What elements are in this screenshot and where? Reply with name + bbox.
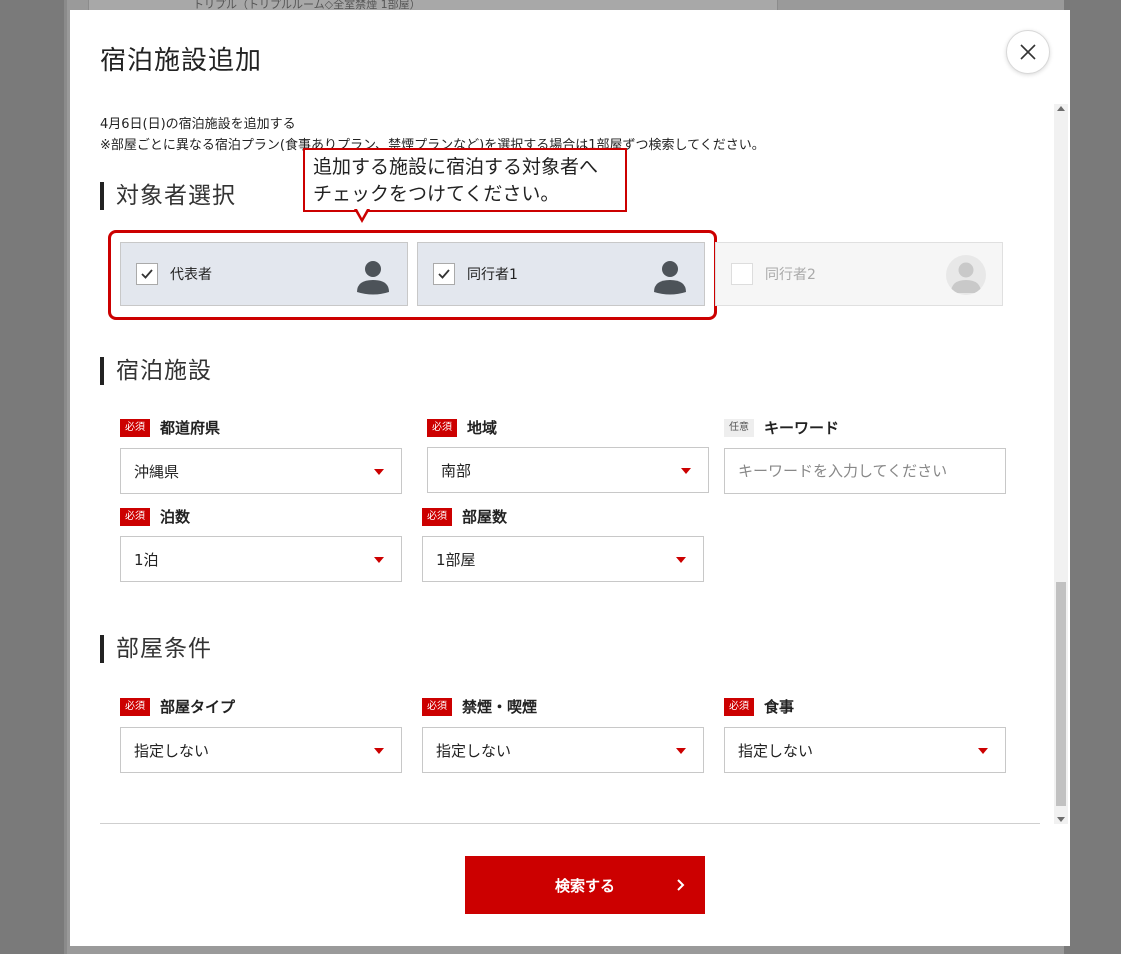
prefecture-value: 沖縄県 [134,462,180,481]
scrollbar-thumb[interactable] [1056,582,1066,806]
caret-down-icon [681,468,691,474]
prefecture-label: 必須 都道府県 [120,417,220,438]
rooms-label: 必須 部屋数 [422,506,507,527]
callout-line-2: チェックをつけてください。 [313,183,560,205]
keyword-input[interactable] [724,448,1006,494]
meal-label: 必須 食事 [724,696,794,717]
checkmark-icon [438,269,450,279]
callout-pointer-icon [354,209,370,223]
nights-value: 1泊 [134,550,159,569]
smoking-label-text: 禁煙・喫煙 [462,698,538,716]
person-card-representative[interactable]: 代表者 [120,242,408,306]
prefecture-select[interactable]: 沖縄県 [120,448,402,494]
required-badge: 必須 [120,507,150,526]
intro-date-line: 4月6日(日)の宿泊施設を追加する [100,117,296,132]
rooms-label-text: 部屋数 [462,508,508,526]
modal-scrollbar[interactable] [1054,104,1068,824]
target-section-heading: 対象者選択 [100,182,236,210]
add-lodging-modal: 宿泊施設追加 4月6日(日)の宿泊施設を追加する ※部屋ごとに異なる宿泊プラン(… [70,10,1070,946]
person-icon [357,261,389,295]
person-checkbox-representative[interactable] [136,263,158,285]
region-value: 南部 [441,461,472,480]
meal-select[interactable]: 指定しない [724,727,1006,773]
person-card-companion-1[interactable]: 同行者1 [417,242,705,306]
region-select[interactable]: 南部 [427,447,709,493]
caret-down-icon [374,557,384,563]
person-label: 同行者2 [765,267,816,283]
person-icon [654,261,686,295]
lodging-section-heading: 宿泊施設 [100,357,212,385]
prefecture-label-text: 都道府県 [160,419,221,437]
required-badge: 必須 [724,697,754,716]
search-button-label: 検索する [554,876,615,895]
smoking-value: 指定しない [436,741,512,760]
keyword-label: 任意 キーワード [724,417,839,438]
room-section-heading: 部屋条件 [100,635,212,663]
required-badge: 必須 [422,697,452,716]
room-type-label-text: 部屋タイプ [160,698,236,716]
chevron-right-icon [677,879,685,891]
region-label: 必須 地域 [427,417,497,438]
required-badge: 必須 [120,418,150,437]
modal-scroll-area: 4月6日(日)の宿泊施設を追加する ※部屋ごとに異なる宿泊プラン(食事ありプラン… [70,102,1070,824]
smoking-label: 必須 禁煙・喫煙 [422,696,537,717]
nights-select[interactable]: 1泊 [120,536,402,582]
search-button[interactable]: 検索する [465,856,705,914]
person-label: 同行者1 [467,267,518,283]
region-label-text: 地域 [467,419,498,437]
meal-label-text: 食事 [764,698,795,716]
scroll-up-icon[interactable] [1057,106,1065,111]
footer-divider [100,823,1040,824]
caret-down-icon [374,469,384,475]
caret-down-icon [676,557,686,563]
person-card-companion-2[interactable]: 同行者2 [715,242,1003,306]
room-type-value: 指定しない [134,741,210,760]
checkmark-icon [141,269,153,279]
caret-down-icon [374,748,384,754]
callout-line-1: 追加する施設に宿泊する対象者へ [313,156,599,178]
modal-title: 宿泊施設追加 [100,46,263,76]
person-label: 代表者 [170,267,212,283]
close-button[interactable] [1006,30,1050,74]
optional-badge: 任意 [724,418,754,437]
meal-value: 指定しない [738,741,814,760]
instruction-callout: 追加する施設に宿泊する対象者へ チェックをつけてください。 [303,148,627,212]
background-edge [64,0,67,954]
person-checkbox-companion-2[interactable] [731,263,753,285]
rooms-select[interactable]: 1部屋 [422,536,704,582]
smoking-select[interactable]: 指定しない [422,727,704,773]
caret-down-icon [676,748,686,754]
required-badge: 必須 [422,507,452,526]
required-badge: 必須 [120,697,150,716]
close-icon [1020,44,1036,60]
required-badge: 必須 [427,418,457,437]
nights-label: 必須 泊数 [120,506,190,527]
room-type-label: 必須 部屋タイプ [120,696,235,717]
nights-label-text: 泊数 [160,508,191,526]
scroll-down-icon[interactable] [1057,817,1065,822]
person-checkbox-companion-1[interactable] [433,263,455,285]
keyword-label-text: キーワード [764,419,840,437]
rooms-value: 1部屋 [436,550,476,569]
room-type-select[interactable]: 指定しない [120,727,402,773]
person-icon [946,255,986,295]
caret-down-icon [978,748,988,754]
